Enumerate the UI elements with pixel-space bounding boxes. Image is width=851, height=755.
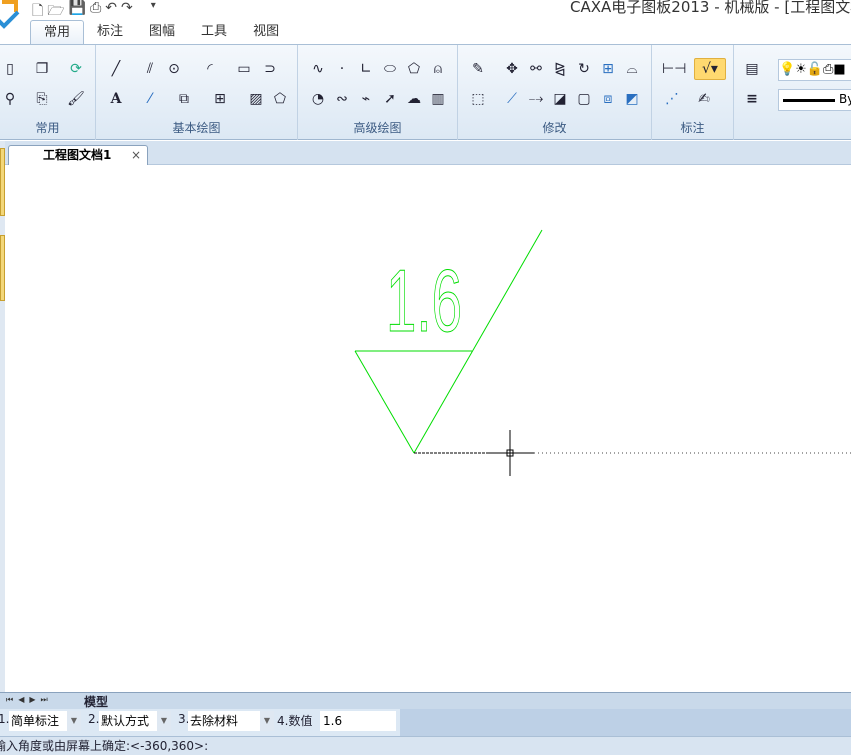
roughness-value: 1.6 — [386, 251, 462, 350]
first-sheet-icon[interactable]: ⏮ — [6, 695, 18, 704]
boundary-icon[interactable]: ⬠ — [270, 89, 290, 109]
parallel-line-icon[interactable]: ⫽ — [140, 59, 160, 79]
sheet-nav: ⏮◀▶⏭ — [6, 695, 53, 705]
default-mode-select[interactable]: 默认方式 ▼ — [99, 711, 171, 731]
erase-icon[interactable]: ✎ — [468, 59, 488, 79]
ellipse-tool-icon[interactable]: ⍝ — [428, 59, 448, 79]
copy-move-icon[interactable]: ⚯ — [526, 59, 546, 79]
sheet-tab-bar: ⏮◀▶⏭ 模型 — [0, 692, 851, 709]
material-removal-value: 去除材料 — [190, 714, 239, 728]
move-icon[interactable]: ✥ — [502, 59, 522, 79]
cloud-icon[interactable]: ☁ — [404, 89, 424, 109]
window-title: CAXA电子图板2013 - 机械版 - [工程图文档 — [570, 0, 851, 16]
break-icon[interactable]: ⟋ — [502, 89, 522, 109]
array-icon[interactable]: ⊞ — [598, 59, 618, 79]
ellipse-icon[interactable]: ⬭ — [380, 59, 400, 79]
prev-sheet-icon[interactable]: ◀ — [18, 695, 29, 704]
polyline-icon[interactable]: ⊃ — [260, 59, 280, 79]
hole-axis-icon[interactable]: ▥ — [428, 89, 448, 109]
hatch-icon[interactable]: ▨ — [246, 89, 266, 109]
line-icon[interactable]: ╱ — [106, 59, 126, 79]
zoom-icon[interactable]: ⚲ — [0, 89, 20, 109]
circle-icon[interactable]: ⊙ — [164, 59, 184, 79]
drawing-canvas[interactable]: 1.6 — [5, 165, 851, 692]
polygon-icon[interactable]: ⬠ — [404, 59, 424, 79]
paste-special-icon[interactable]: ⎘ — [32, 89, 52, 109]
block-icon[interactable]: ⧉ — [174, 89, 194, 109]
tab-tools[interactable]: 工具 — [188, 20, 240, 44]
layer-select[interactable]: 💡☀🔓⎙■ — [778, 59, 851, 81]
default-mode-value: 默认方式 — [101, 714, 150, 728]
copy-icon[interactable]: ❐ — [32, 59, 52, 79]
group-basic-draw: ╱ ⫽ ⊙ ◜ ▭ ⊃ A ⁄ ⧉ ⊞ ▨ ⬠ 基本绘图 — [96, 45, 298, 140]
crosshair-cursor — [486, 430, 534, 476]
explode-icon[interactable]: ⧈ — [598, 89, 618, 109]
document-tab[interactable]: 工程图文档1 × — [8, 145, 148, 166]
paste-icon[interactable]: ▯ — [0, 59, 20, 79]
text-icon[interactable]: A — [106, 89, 126, 109]
point-icon[interactable]: · — [332, 59, 352, 79]
arc-icon[interactable]: ◜ — [200, 59, 220, 79]
roughness-icon[interactable]: √▾ — [694, 58, 726, 80]
wave-line-icon[interactable]: ∾ — [332, 89, 352, 109]
title-bar: 🗋 🗁 💾 ⎙ ↶ ↷ ▾ CAXA电子图板2013 - 机械版 - [工程图文… — [0, 0, 851, 44]
format-painter-icon[interactable]: 🖌 — [66, 89, 86, 109]
tab-annotate[interactable]: 标注 — [84, 20, 136, 44]
field2-label: 2. — [88, 712, 100, 726]
extend-icon[interactable]: ⤍ — [526, 89, 546, 109]
chevron-down-icon: ▼ — [157, 711, 171, 731]
mirror-icon[interactable]: ⧎ — [550, 59, 570, 79]
linetype-sample — [783, 99, 835, 102]
group-modify: ✎ ✥ ⚯ ⧎ ↻ ⊞ ⌓ ⬚ ⟋ ⤍ ◪ ▢ ⧈ ◩ 修改 — [458, 45, 652, 140]
chevron-down-icon: ▼ — [67, 711, 81, 731]
dimension-icon[interactable]: ⊢⊣ — [662, 59, 686, 79]
linetype-select[interactable]: By — [778, 89, 851, 111]
annotation-mode-select[interactable]: 简单标注 ▼ — [9, 711, 81, 731]
ribbon: ▯ ❐ ⟳ ⚲ ⎘ 🖌 常用 ╱ ⫽ ⊙ ◜ ▭ ⊃ A ⁄ ⧉ ⊞ ▨ ⬠ 基… — [0, 44, 851, 140]
spline-icon[interactable]: ∿ — [308, 59, 328, 79]
angle-line-icon[interactable]: ∟ — [356, 59, 376, 79]
linewidth-icon[interactable]: ≡ — [742, 89, 762, 109]
text-edit-icon[interactable]: ✍ — [694, 89, 714, 109]
status-bar: 输入角度或由屏幕上确定:<-360,360>: — [0, 736, 851, 755]
linetype-label: By — [839, 92, 851, 106]
group-annotate: ⊢⊣ √▾ ⋰ ✍ 标注 — [652, 45, 734, 140]
centerline-icon[interactable]: ⁄ — [140, 89, 160, 109]
tab-common[interactable]: 常用 — [30, 20, 85, 44]
property-bar: 1. 简单标注 ▼ 2. 默认方式 ▼ 3. 去除材料 ▼ 4.数值 1.6 — [0, 709, 851, 736]
stretch-icon[interactable]: ◪ — [550, 89, 570, 109]
center-mark-icon[interactable]: ◔ — [308, 89, 328, 109]
material-removal-select[interactable]: 去除材料 ▼ — [188, 711, 274, 731]
value-input[interactable]: 1.6 — [320, 711, 396, 731]
last-sheet-icon[interactable]: ⏭ — [41, 695, 53, 704]
group-advanced-draw: ∿ · ∟ ⬭ ⬠ ⍝ ◔ ∾ ⌁ ➚ ☁ ▥ 高级绘图 — [298, 45, 458, 140]
offset-icon[interactable]: ⌓ — [622, 59, 642, 79]
annotation-mode-value: 简单标注 — [11, 714, 60, 728]
document-tab-strip: 工程图文档1 × — [0, 141, 851, 166]
tab-view[interactable]: 视图 — [240, 20, 292, 44]
coordinate-dim-icon[interactable]: ⋰ — [662, 89, 682, 109]
chevron-down-icon: ▼ — [260, 711, 274, 731]
break-line-icon[interactable]: ⌁ — [356, 89, 376, 109]
next-sheet-icon[interactable]: ▶ — [29, 695, 40, 704]
command-prompt: 输入角度或由屏幕上确定:<-360,360>: — [0, 739, 209, 753]
layer-manager-icon[interactable]: ▤ — [742, 59, 762, 79]
insert-icon[interactable]: ⊞ — [210, 89, 230, 109]
field4-label: 4.数值 — [277, 714, 313, 728]
chamfer-icon[interactable]: ◩ — [622, 89, 642, 109]
tab-sheet[interactable]: 图幅 — [136, 20, 188, 44]
app-logo-icon[interactable] — [0, 0, 20, 30]
close-icon[interactable]: × — [131, 146, 141, 165]
regenerate-icon[interactable]: ⟳ — [66, 59, 86, 79]
document-tab-label: 工程图文档1 — [43, 148, 112, 162]
trim-icon[interactable]: ⬚ — [468, 89, 488, 109]
arrow-icon[interactable]: ➚ — [380, 89, 400, 109]
fillet-icon[interactable]: ▢ — [574, 89, 594, 109]
group-common: ▯ ❐ ⟳ ⚲ ⎘ 🖌 常用 — [0, 45, 96, 140]
rotate-icon[interactable]: ↻ — [574, 59, 594, 79]
rectangle-icon[interactable]: ▭ — [234, 59, 254, 79]
roughness-left-leg — [354, 350, 415, 454]
sheet-tab-model[interactable]: 模型 — [78, 693, 114, 710]
group-properties: ▤ 💡☀🔓⎙■ ≡ By — [734, 45, 851, 140]
